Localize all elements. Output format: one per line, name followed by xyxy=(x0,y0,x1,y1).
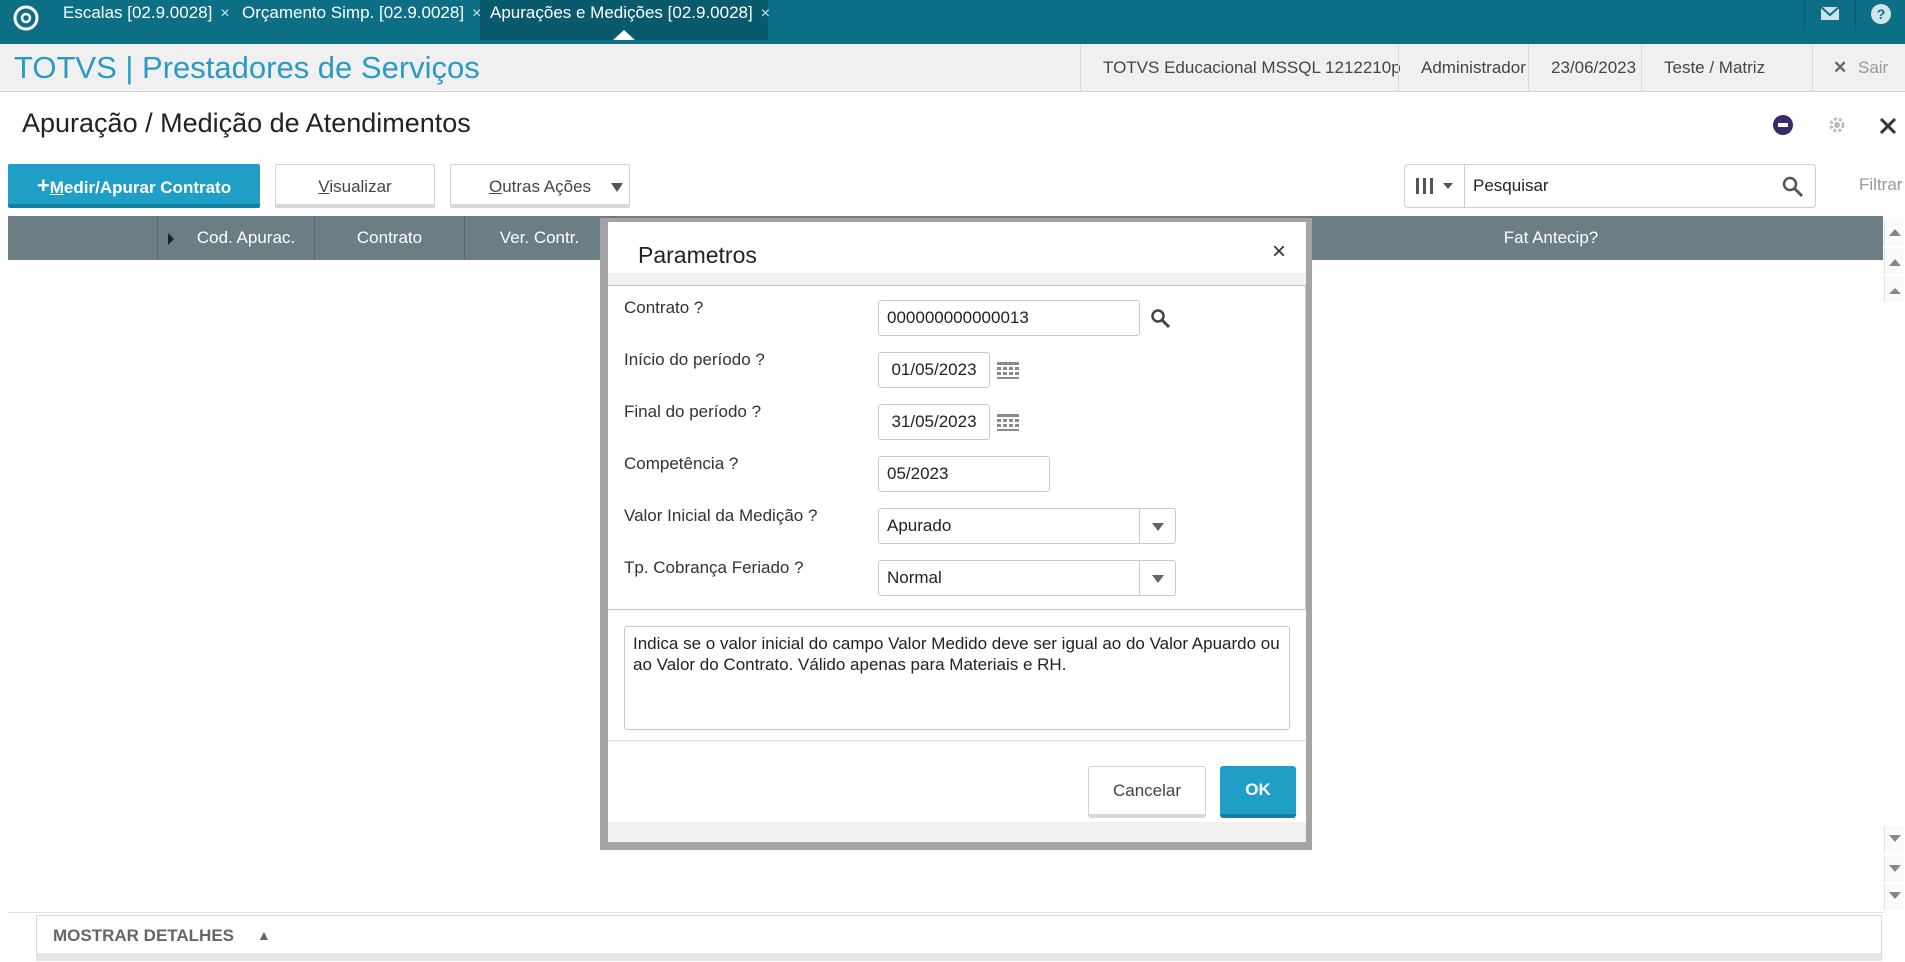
dialog-title: Parametros xyxy=(638,242,757,268)
chevron-down-icon[interactable] xyxy=(1139,561,1175,595)
other-actions-hotkey: O xyxy=(488,177,503,196)
columns-icon xyxy=(1416,178,1453,194)
measure-contract-label: edir/Apurar Contrato xyxy=(63,178,232,197)
active-tab-caret xyxy=(613,30,635,40)
show-details-bar[interactable]: MOSTRAR DETALHES ▲ xyxy=(36,915,1882,961)
logout-label: Sair xyxy=(1857,58,1889,77)
view-button[interactable]: Visualizar xyxy=(275,164,435,208)
column-ver-contr[interactable]: Ver. Contr. xyxy=(465,216,615,260)
totvs-logo-icon[interactable] xyxy=(12,4,40,32)
chevron-down-icon xyxy=(611,183,623,192)
svg-text:?: ? xyxy=(1877,6,1886,22)
gear-icon[interactable] xyxy=(1826,114,1848,136)
help-text-box: Indica se o valor inicial do campo Valor… xyxy=(624,626,1290,730)
mail-icon[interactable] xyxy=(1804,0,1854,30)
search-input[interactable] xyxy=(1473,173,1763,199)
cobranca-feriado-label: Tp. Cobrança Feriado ? xyxy=(624,558,804,577)
divider xyxy=(608,740,1306,741)
tab-label: Orçamento Simp. [02.9.0028] xyxy=(242,3,465,22)
app-title: TOTVS | Prestadores de Serviços xyxy=(14,50,480,85)
scroll-page-up-button[interactable] xyxy=(1884,248,1904,274)
app-header: TOTVS | Prestadores de Serviços TOTVS Ed… xyxy=(0,44,1905,92)
branch-label[interactable]: Teste / Matriz xyxy=(1641,44,1765,92)
parameters-dialog: Parametros × Contrato ? 000000000000013 … xyxy=(608,222,1306,842)
date-label[interactable]: 23/06/2023 xyxy=(1528,44,1636,92)
logout-button[interactable]: ✕ Sair xyxy=(1812,44,1888,92)
filter-button[interactable]: Filtrar xyxy=(1859,175,1902,195)
measure-contract-button[interactable]: +Medir/Apurar Contrato xyxy=(8,164,260,208)
chevron-down-icon[interactable] xyxy=(1139,509,1175,543)
view-label: isualizar xyxy=(329,177,392,196)
top-tab-bar: Escalas [02.9.0028] × Orçamento Simp. [02… xyxy=(0,0,1905,44)
plus-icon: + xyxy=(36,173,50,198)
close-icon: ✕ xyxy=(1833,58,1848,77)
cobranca-feriado-select[interactable]: Normal xyxy=(878,560,1176,596)
chevron-up-icon: ▲ xyxy=(257,927,271,943)
calendar-icon[interactable] xyxy=(996,412,1020,432)
other-actions-label: utras Ações xyxy=(502,177,592,196)
valor-inicial-value: Apurado xyxy=(887,516,952,535)
cancel-button[interactable]: Cancelar xyxy=(1088,766,1206,818)
dialog-close-icon[interactable]: × xyxy=(1272,238,1286,266)
tab-apuracoes[interactable]: Apurações e Medições [02.9.0028] × xyxy=(480,0,770,40)
help-icon[interactable]: ? xyxy=(1855,0,1905,30)
scroll-page-down-button[interactable] xyxy=(1884,856,1904,882)
other-actions-button[interactable]: Outras Ações xyxy=(450,164,630,208)
search-box xyxy=(1404,164,1816,208)
lookup-search-icon[interactable] xyxy=(1150,308,1172,330)
column-label: Contrato xyxy=(356,228,423,247)
valor-inicial-label: Valor Inicial da Medição ? xyxy=(624,506,818,525)
close-icon[interactable] xyxy=(1878,116,1898,136)
measure-contract-hotkey: M xyxy=(49,178,64,197)
final-input[interactable]: 31/05/2023 xyxy=(878,404,990,440)
column-cod-apurac[interactable]: Cod. Apurac. xyxy=(158,216,315,260)
environment-label: TOTVS Educacional MSSQL 1212210p xyxy=(1080,44,1401,92)
grid-selector-column xyxy=(8,216,158,260)
column-label: Cod. Apurac. xyxy=(196,228,296,247)
tab-label: Escalas [02.9.0028] xyxy=(63,3,213,22)
ok-button[interactable]: OK xyxy=(1220,766,1296,818)
columns-selector[interactable] xyxy=(1405,165,1465,207)
page-title: Apuração / Medição de Atendimentos xyxy=(22,108,471,138)
search-icon[interactable] xyxy=(1781,175,1805,199)
calendar-icon[interactable] xyxy=(996,360,1020,380)
cobranca-feriado-value: Normal xyxy=(887,568,942,587)
inicio-input[interactable]: 01/05/2023 xyxy=(878,352,990,388)
user-label[interactable]: Administrador xyxy=(1398,44,1526,92)
tab-orcamento[interactable]: Orçamento Simp. [02.9.0028] × xyxy=(232,0,481,40)
scroll-bottom-button[interactable] xyxy=(1884,884,1904,910)
sort-indicator-icon xyxy=(168,233,174,245)
tab-label: Apurações e Medições [02.9.0028] xyxy=(490,3,753,22)
tab-close-icon[interactable]: × xyxy=(220,5,229,22)
scroll-top-button[interactable] xyxy=(1884,220,1904,246)
tab-escalas[interactable]: Escalas [02.9.0028] × xyxy=(53,0,230,40)
column-fat-antecip[interactable]: Fat Antecip? xyxy=(1298,216,1804,260)
column-contrato[interactable]: Contrato xyxy=(315,216,465,260)
scroll-down-button[interactable] xyxy=(1884,826,1904,852)
competencia-input[interactable]: 05/2023 xyxy=(878,456,1050,492)
column-label: Ver. Contr. xyxy=(499,228,580,247)
competencia-label: Competência ? xyxy=(624,454,739,473)
scroll-up-button[interactable] xyxy=(1884,276,1904,302)
show-details-label: MOSTRAR DETALHES xyxy=(53,926,235,945)
app-status-icon[interactable] xyxy=(1772,114,1794,136)
contrato-label: Contrato ? xyxy=(624,298,704,317)
dialog-title-bar: Parametros × xyxy=(608,222,1306,286)
column-label: Fat Antecip? xyxy=(1503,228,1599,247)
final-label: Final do período ? xyxy=(624,402,762,421)
valor-inicial-select[interactable]: Apurado xyxy=(878,508,1176,544)
dialog-body: Contrato ? 000000000000013 Início do per… xyxy=(608,286,1306,610)
tab-close-icon[interactable]: × xyxy=(761,5,770,22)
view-hotkey: V xyxy=(318,177,330,196)
divider xyxy=(8,912,1884,913)
contrato-input[interactable]: 000000000000013 xyxy=(878,300,1140,336)
dialog-footer-strip xyxy=(608,822,1306,842)
inicio-label: Início do período ? xyxy=(624,350,765,369)
